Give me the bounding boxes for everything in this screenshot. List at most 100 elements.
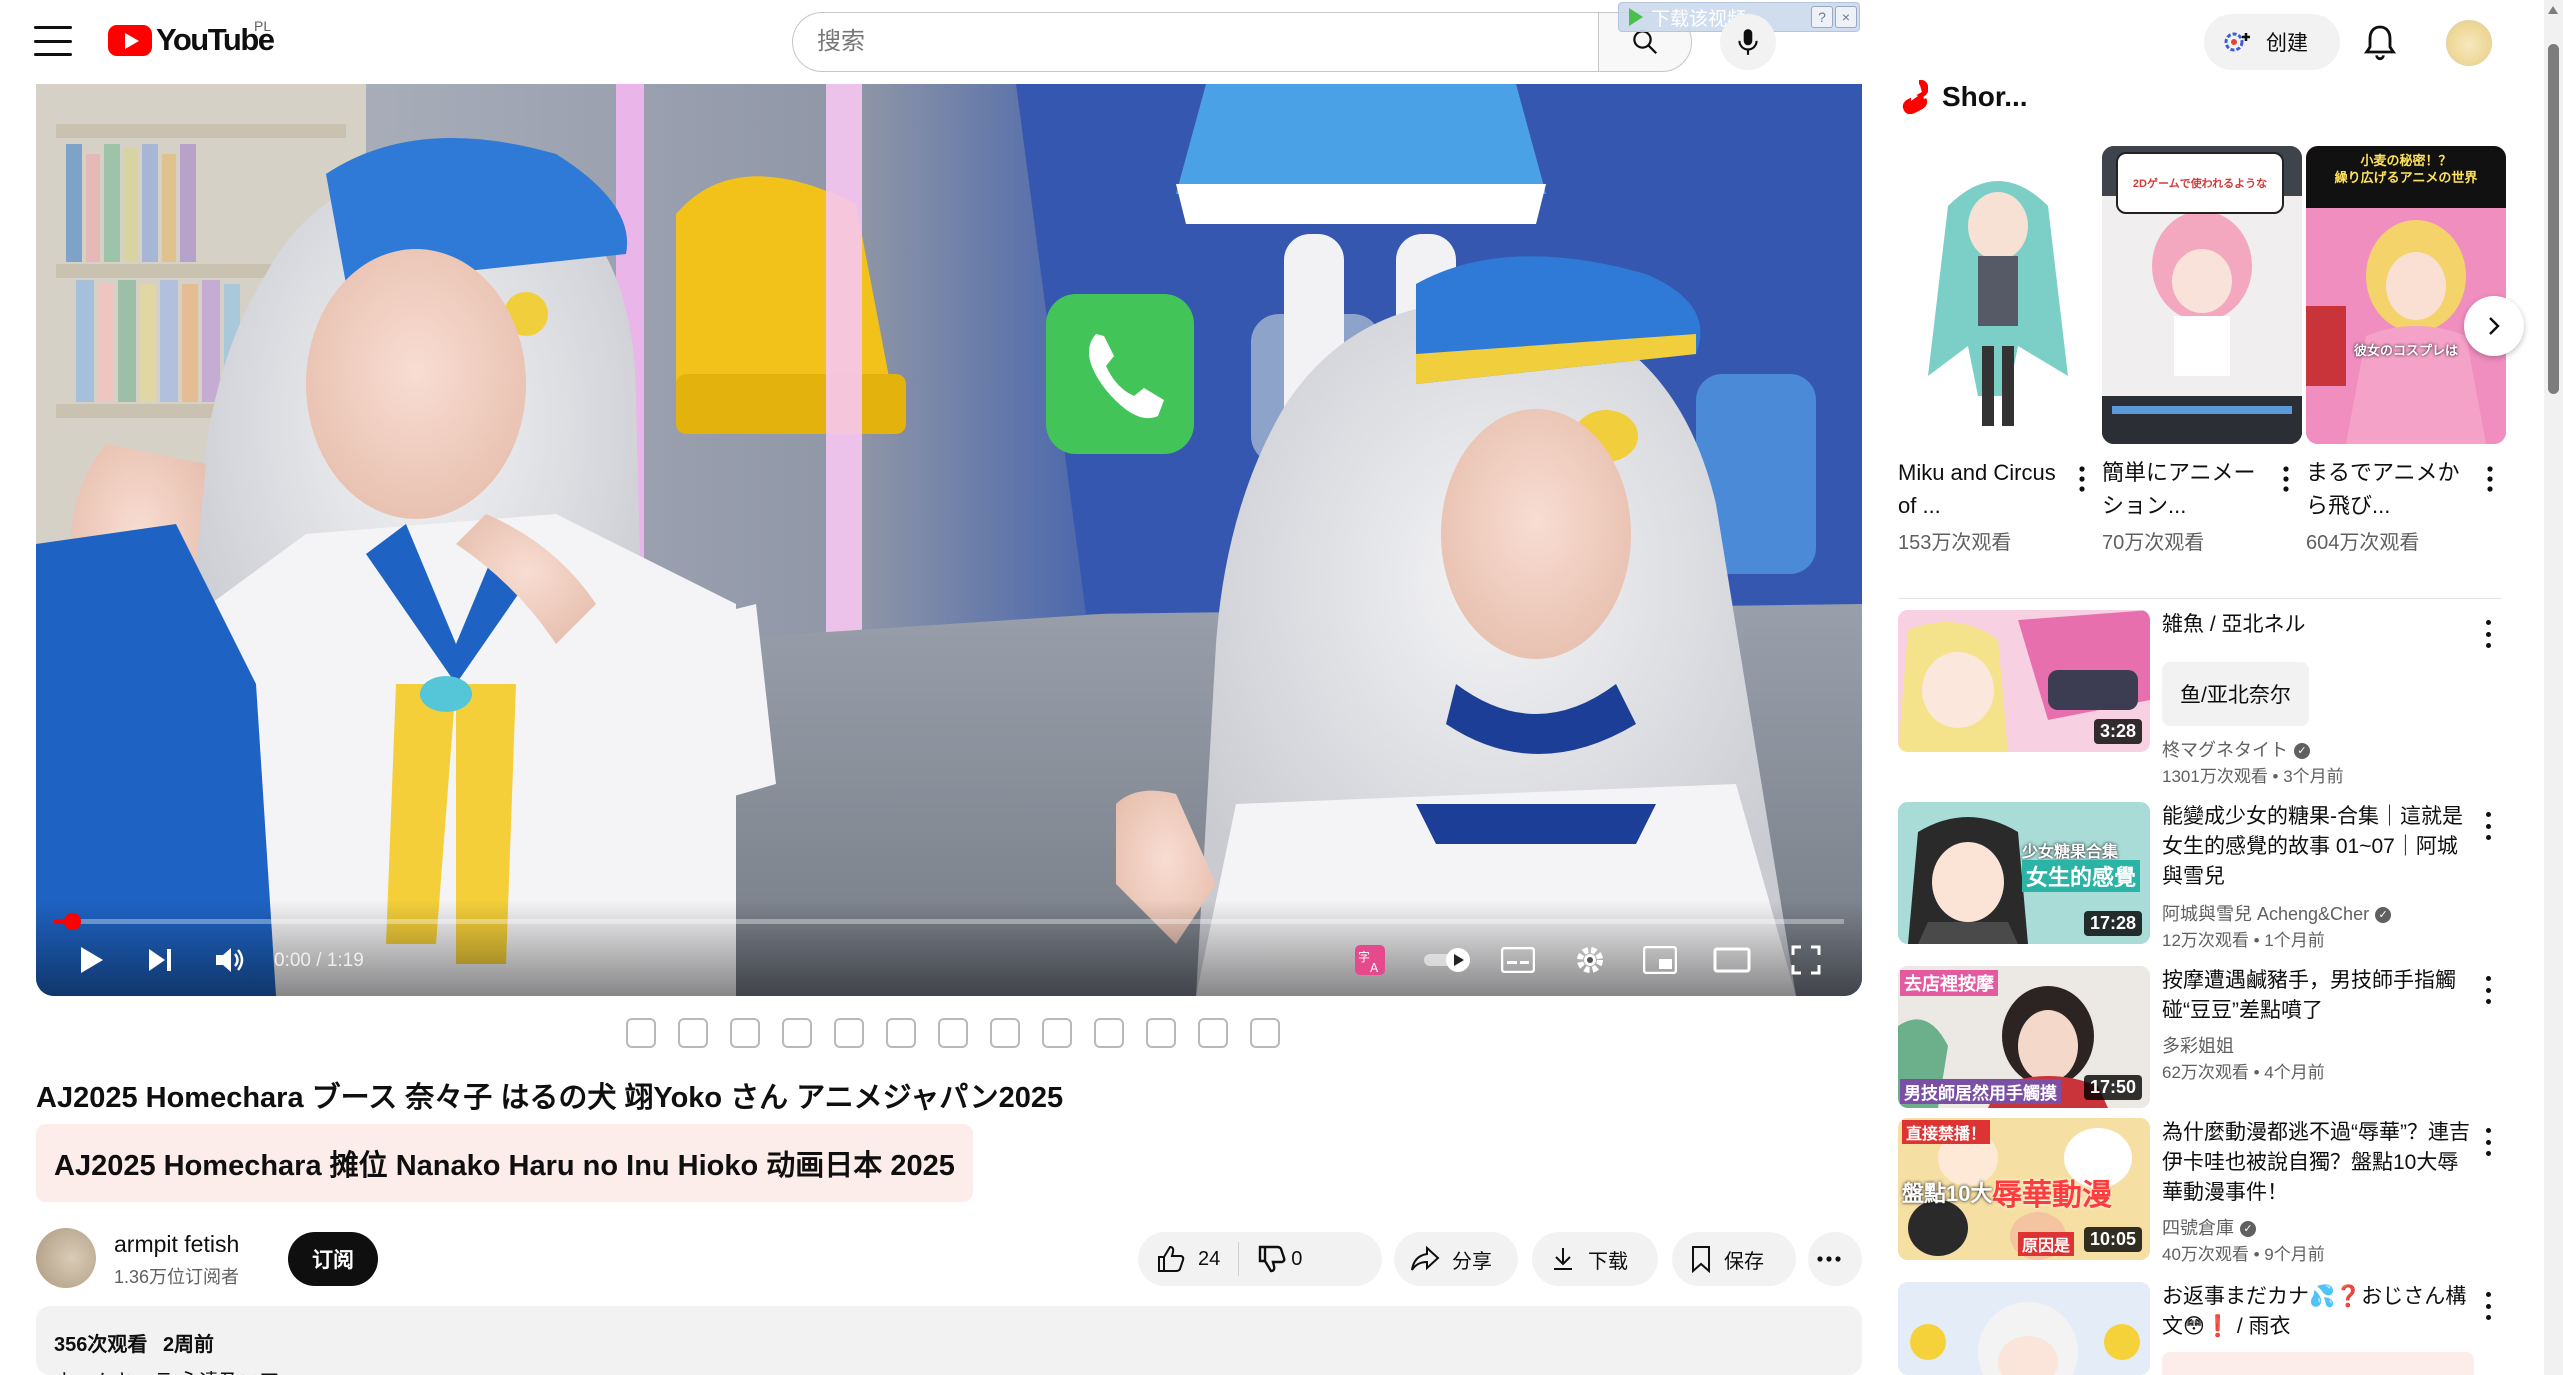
autoplay-toggle[interactable] xyxy=(1420,940,1476,980)
progress-bar[interactable] xyxy=(54,913,1844,930)
recommendation-channel[interactable]: 柊マグネタイト ✓ xyxy=(2162,736,2310,762)
recommendation-thumbnail[interactable]: 去店裡按摩 男技師居然用手觸摸 17:50 xyxy=(1898,966,2150,1108)
shorts-next-button[interactable] xyxy=(2464,296,2524,356)
short-more-icon[interactable] xyxy=(2480,464,2500,494)
short-card[interactable]: Miku and Circus of ... 153万次观看 xyxy=(1898,146,2098,554)
youtube-play-icon xyxy=(108,24,152,56)
expand-icon[interactable] xyxy=(1094,1018,1124,1048)
channel-name[interactable]: armpit fetish xyxy=(114,1231,239,1258)
dislike-count: 0 xyxy=(1291,1247,1303,1270)
save-button[interactable]: 保存 xyxy=(1672,1232,1796,1286)
create-button[interactable]: 创建 xyxy=(2204,14,2340,70)
download-button[interactable]: 下载 xyxy=(1532,1232,1658,1286)
short-card[interactable]: 2Dゲームで使われるような 簡単にアニメーション... 70万次观看 xyxy=(2102,146,2302,554)
recommendation-more-icon[interactable] xyxy=(2482,812,2494,840)
menu-icon[interactable] xyxy=(34,26,72,56)
magic-wand-icon[interactable] xyxy=(678,1018,708,1048)
recommendation-thumbnail[interactable] xyxy=(1898,1282,2150,1375)
channel-avatar[interactable] xyxy=(36,1228,96,1288)
video-player[interactable]: 0:00 / 1:19 字A xyxy=(36,84,1862,996)
description-box[interactable]: 356次观看 2周前 ホームキャラ 永遠乃ニア xyxy=(36,1306,1862,1375)
recommendation-title[interactable]: お返事まだカナ💦❓おじさん構文😳❗ / 雨衣 xyxy=(2162,1282,2474,1342)
progress-scrubber[interactable] xyxy=(63,913,81,930)
play-icon xyxy=(81,947,103,973)
download-icon[interactable] xyxy=(886,1018,916,1048)
recommendation-item[interactable]: 直接禁播！ 盤點10大 辱華動漫 原因是 10:05 為什麼動漫都逃不過“辱華”… xyxy=(1898,1118,2502,1264)
open-external-icon[interactable] xyxy=(1042,1018,1072,1048)
chevron-right-icon xyxy=(2489,317,2500,335)
page-scrollbar[interactable] xyxy=(2544,0,2563,1375)
screenshot-icon[interactable] xyxy=(626,1018,656,1048)
next-button[interactable] xyxy=(140,940,180,980)
crop-icon[interactable] xyxy=(1198,1018,1228,1048)
recommendation-title[interactable]: 按摩遭遇鹹豬手，男技師手指觸碰“豆豆”差點噴了 xyxy=(2162,966,2474,1026)
picture-in-picture-icon[interactable] xyxy=(1146,1018,1176,1048)
overlay-close-button[interactable]: × xyxy=(1835,6,1857,28)
recommendation-channel-name: 阿城與雪兒 Acheng&Cher xyxy=(2162,904,2370,924)
overlay-help-button[interactable]: ? xyxy=(1811,6,1833,28)
recommendation-title[interactable]: 為什麼動漫都逃不過“辱華”？連吉伊卡哇也被說自獨？盤點10大辱華動漫事件！ xyxy=(2162,1118,2474,1208)
translated-title-text: AJ2025 Homechara 摊位 Nanako Haru no Inu H… xyxy=(54,1150,955,1182)
scrollbar-thumb[interactable] xyxy=(2548,44,2559,394)
recommendation-channel[interactable]: 阿城與雪兒 Acheng&Cher ✓ xyxy=(2162,900,2392,926)
more-actions-button[interactable] xyxy=(1808,1232,1862,1286)
recommendation-translated-title: 鱼/亚北奈尔 xyxy=(2162,662,2309,726)
short-title[interactable]: Miku and Circus of ... xyxy=(1898,456,2058,522)
recommendation-more-icon[interactable] xyxy=(2482,1128,2494,1156)
like-button[interactable]: 24 xyxy=(1138,1244,1220,1274)
recommendation-title[interactable]: 雑魚 / 亞北ネル xyxy=(2162,610,2474,640)
upload-date: 2周前 xyxy=(162,1334,215,1356)
recommendation-item[interactable]: お返事まだカナ💦❓おじさん構文😳❗ / 雨衣 xyxy=(1898,1282,2502,1375)
fullscreen-button[interactable] xyxy=(1786,940,1826,980)
dislike-button[interactable]: 0 xyxy=(1257,1244,1302,1274)
video-title: AJ2025 Homechara ブース 奈々子 はるの犬 翊Yoko さん ア… xyxy=(36,1082,1064,1114)
recommendation-item[interactable]: 少女糖果合集 女生的感覺 17:28 能變成少女的糖果-合集｜這就是女生的感覺的… xyxy=(1898,802,2502,950)
short-title[interactable]: 簡単にアニメーション... xyxy=(2102,456,2262,522)
recommendation-thumbnail[interactable]: 3:28 xyxy=(1898,610,2150,752)
short-more-icon[interactable] xyxy=(2276,464,2296,494)
theater-mode-button[interactable] xyxy=(1710,940,1754,980)
audio-file-icon[interactable] xyxy=(938,1018,968,1048)
subscribe-button[interactable]: 订阅 xyxy=(288,1232,378,1286)
account-avatar[interactable] xyxy=(2446,20,2492,66)
subtitles-button[interactable] xyxy=(1498,940,1538,980)
volume-button[interactable] xyxy=(208,940,252,980)
settings-button[interactable] xyxy=(1570,940,1610,980)
recommendation-more-icon[interactable] xyxy=(2482,620,2494,648)
recommendation-channel[interactable]: 四號倉庫 ✓ xyxy=(2162,1214,2256,1240)
recommendation-thumbnail[interactable]: 直接禁播！ 盤點10大 辱華動漫 原因是 10:05 xyxy=(1898,1118,2150,1260)
youtube-logo[interactable]: YouTube xyxy=(108,22,275,58)
power-icon[interactable] xyxy=(782,1018,812,1048)
recommendation-more-icon[interactable] xyxy=(2482,1292,2494,1320)
recommendation-translated-title-box xyxy=(2162,1352,2474,1375)
block-icon[interactable] xyxy=(990,1018,1020,1048)
share-button[interactable]: 分享 xyxy=(1394,1232,1518,1286)
short-card[interactable]: 小麦の秘密！？ 繰り広げるアニメの世界 彼女のコスプレは まるでアニメから飛び.… xyxy=(2306,146,2506,554)
translate-subtitles-button[interactable]: 字A xyxy=(1352,940,1388,980)
shorts-heading: Shor... xyxy=(1900,80,2028,114)
miniplayer-button[interactable] xyxy=(1640,940,1680,980)
repeat-icon[interactable] xyxy=(834,1018,864,1048)
subtitles-icon xyxy=(1501,947,1535,973)
voice-search-button[interactable] xyxy=(1720,14,1776,70)
create-label: 创建 xyxy=(2266,32,2308,55)
scroll-up-arrow-icon[interactable] xyxy=(2548,6,2558,14)
recommendation-thumbnail[interactable]: 少女糖果合集 女生的感覺 17:28 xyxy=(1898,802,2150,944)
duration-badge: 17:50 xyxy=(2083,1075,2142,1100)
recommendation-thumb-caption-bottom: 原因是 xyxy=(2018,1232,2075,1256)
recommendation-thumb-caption: 少女糖果合集 xyxy=(2022,844,2119,861)
notifications-bell-icon[interactable] xyxy=(2360,22,2400,62)
recommendation-more-icon[interactable] xyxy=(2482,976,2494,1004)
recommendation-channel[interactable]: 多彩姐姐 xyxy=(2162,1032,2234,1058)
settings-icon[interactable] xyxy=(730,1018,760,1048)
recommendation-title[interactable]: 能變成少女的糖果-合集｜這就是女生的感覺的故事 01~07｜阿城與雪兒 xyxy=(2162,802,2474,892)
recommendation-item[interactable]: 去店裡按摩 男技師居然用手觸摸 17:50 按摩遭遇鹹豬手，男技師手指觸碰“豆豆… xyxy=(1898,966,2502,1108)
search-input[interactable] xyxy=(817,28,1598,56)
recommendation-meta: 62万次观看 • 4个月前 xyxy=(2162,1063,2325,1082)
short-title[interactable]: まるでアニメから飛び... xyxy=(2306,456,2466,522)
play-button[interactable] xyxy=(72,940,112,980)
short-views: 604万次观看 xyxy=(2306,532,2420,554)
short-more-icon[interactable] xyxy=(2072,464,2092,494)
recommendation-item[interactable]: 3:28 雑魚 / 亞北ネル 鱼/亚北奈尔 柊マグネタイト ✓ 1301万次观看 … xyxy=(1898,610,2502,786)
refresh-icon[interactable] xyxy=(1250,1018,1280,1048)
